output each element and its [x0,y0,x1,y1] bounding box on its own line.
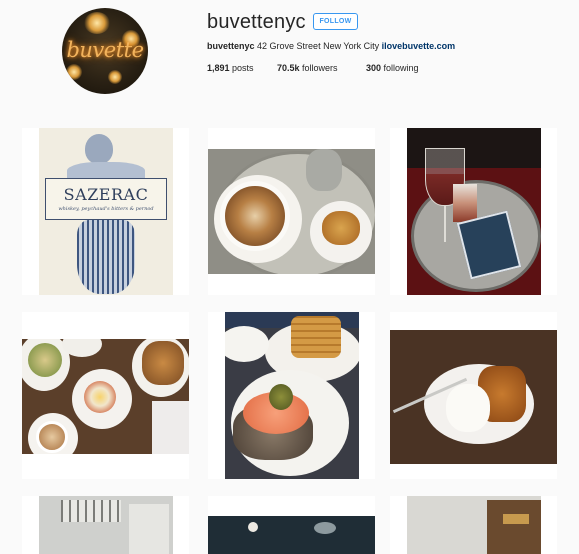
small-plate [225,326,269,362]
profile-username: buvettenyc [207,11,306,33]
sazerac-title: SAZERAC [63,185,149,204]
post-tile[interactable] [22,496,189,554]
shelf [487,500,541,554]
pastry [322,211,360,245]
lamp-glow [108,70,122,84]
follow-button[interactable]: FOLLOW [313,13,358,30]
post-image-dark-table [208,516,375,554]
tartine [142,341,184,385]
bio-text: 42 Grove Street New York City [257,41,380,51]
sugar-bowl [306,149,342,191]
figure-corset [77,220,135,294]
post-tile[interactable] [22,312,189,479]
post-tile[interactable] [208,128,375,295]
waffle [291,316,341,358]
following-count: 300 [366,63,382,73]
followers-count: 70.5k [277,63,300,73]
post-image-tarte-tatin [390,330,557,464]
following-label: following [383,63,419,73]
post-tile[interactable] [208,312,375,479]
posts-label: posts [232,63,254,73]
followers-label: followers [302,63,338,73]
following-stat[interactable]: 300 following [366,63,419,73]
lamp-glow [66,64,82,80]
profile-header: buvette buvettenyc FOLLOW buvettenyc 42 … [0,0,579,110]
post-tile[interactable] [208,496,375,554]
followers-stat[interactable]: 70.5k followers [277,63,338,73]
post-image-brunch-table [22,339,189,454]
post-image-waffle-salmon [225,312,359,479]
lamp-glow [84,12,110,34]
post-tile[interactable] [390,312,557,479]
eggs [84,381,116,413]
post-tile[interactable]: SAZERAC whiskey, peychaud's bitters & pe… [22,128,189,295]
chandelier [61,500,121,522]
latte-cup [220,181,290,251]
coffee-cup [36,421,68,453]
dish [314,522,336,534]
napkin [152,401,189,454]
figure-head [85,134,113,164]
bio-name: buvettenyc [207,41,255,51]
egg [248,522,258,532]
post-image-chandelier [39,496,173,554]
window [129,504,169,554]
profile-avatar[interactable]: buvette [62,8,148,94]
wine-glass-stem [444,206,446,242]
post-tile[interactable] [390,128,557,295]
sazerac-caption: whiskey, peychaud's bitters & pernod [58,206,154,212]
posts-stat: 1,891 posts [207,63,254,73]
shelf-item [503,514,529,524]
post-image-wine-glasses [407,128,541,295]
menu-card: SAZERAC whiskey, peychaud's bitters & pe… [45,178,167,220]
bio-website-link[interactable]: ilovebuvette.com [382,41,456,51]
whipped-cream [446,384,490,432]
post-image-latte-and-pastry [208,149,375,274]
post-tile[interactable] [390,496,557,554]
salad [28,343,62,377]
profile-bio: buvettenyc 42 Grove Street New York City… [207,41,455,51]
posts-count: 1,891 [207,63,230,73]
post-image-bar-shelves [407,496,541,554]
cocktail-glass [453,184,477,222]
avatar-logo-text: buvette [66,38,144,62]
post-image-sazerac-menu: SAZERAC whiskey, peychaud's bitters & pe… [39,128,173,295]
olive [269,384,293,410]
